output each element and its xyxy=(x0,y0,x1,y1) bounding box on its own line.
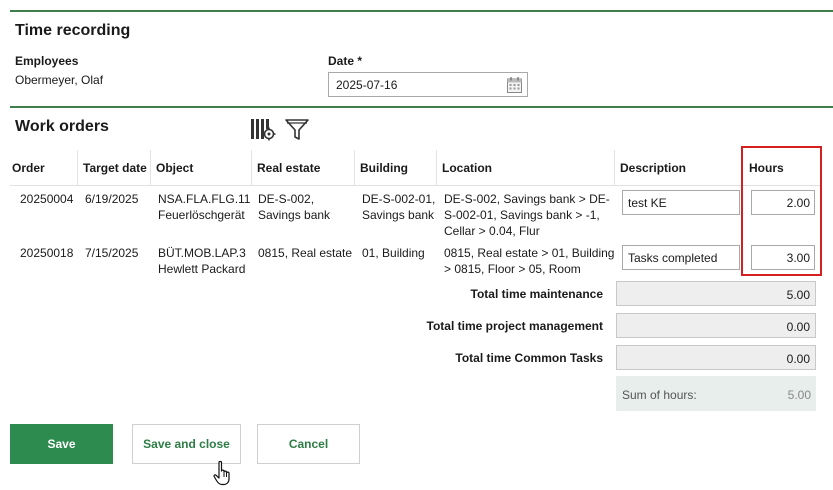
sum-of-hours: Sum of hours: 5.00 xyxy=(616,376,816,411)
save-button[interactable]: Save xyxy=(10,424,113,464)
real-estate: 0815, Real estate xyxy=(258,246,353,260)
calendar-icon[interactable] xyxy=(506,76,523,94)
location: Cellar > 0.04, Flur xyxy=(444,224,540,238)
order-number: 20250018 xyxy=(20,246,74,260)
location: DE-S-002, Savings bank > DE- xyxy=(444,192,610,206)
target-date: 6/19/2025 xyxy=(85,192,139,206)
location: S-002-01, Savings bank > -1, xyxy=(444,208,600,222)
location: > 0815, Floor > 05, Room xyxy=(444,262,581,276)
real-estate: Savings bank xyxy=(258,208,331,222)
top-divider xyxy=(10,10,833,12)
col-separator xyxy=(614,150,615,186)
col-object: Object xyxy=(156,161,194,175)
col-building: Building xyxy=(360,161,408,175)
description-input[interactable]: test KE xyxy=(622,190,740,215)
description-input[interactable]: Tasks completed xyxy=(622,245,740,270)
col-order: Order xyxy=(12,161,45,175)
sum-label: Sum of hours: xyxy=(622,388,697,402)
total-common-value: 0.00 xyxy=(616,345,816,370)
object-name: Hewlett Packard xyxy=(158,262,246,276)
employee-name: Obermeyer, Olaf xyxy=(15,73,104,87)
date-value: 2025-07-16 xyxy=(336,78,398,92)
building: 01, Building xyxy=(362,246,425,260)
col-description: Description xyxy=(620,161,687,175)
col-separator xyxy=(77,150,78,186)
total-maintenance-value: 5.00 xyxy=(616,281,816,306)
real-estate: DE-S-002, xyxy=(258,192,315,206)
building: DE-S-002-01, xyxy=(362,192,436,206)
object-code: NSA.FLA.FLG.11 xyxy=(158,192,251,206)
building: Savings bank xyxy=(362,208,435,222)
date-field[interactable]: 2025-07-16 xyxy=(328,72,528,97)
col-separator xyxy=(354,150,355,186)
object-name: Feuerlöschgerät xyxy=(158,208,245,222)
cancel-button[interactable]: Cancel xyxy=(257,424,360,464)
total-maintenance-label: Total time maintenance xyxy=(470,287,603,301)
section-divider xyxy=(10,106,833,108)
total-project-label: Total time project management xyxy=(426,319,603,333)
col-separator xyxy=(436,150,437,186)
col-separator xyxy=(150,150,151,186)
location: 0815, Real estate > 01, Building xyxy=(444,246,615,260)
total-common-label: Total time Common Tasks xyxy=(455,351,603,365)
column-settings-icon[interactable] xyxy=(250,117,276,141)
header-underline xyxy=(10,185,820,186)
funnel-filter-icon[interactable] xyxy=(284,118,310,142)
save-and-close-button[interactable]: Save and close xyxy=(132,424,241,464)
work-orders-title: Work orders xyxy=(15,118,109,135)
object-code: BÜT.MOB.LAP.3 xyxy=(158,246,246,260)
employees-label: Employees xyxy=(15,54,79,68)
page-title: Time recording xyxy=(15,22,131,39)
hand-pointer-cursor xyxy=(213,460,235,486)
col-target-date: Target date xyxy=(83,161,147,175)
date-label: Date * xyxy=(328,54,363,68)
sum-value: 5.00 xyxy=(787,388,811,402)
hours-highlight-box xyxy=(741,146,822,276)
col-separator xyxy=(251,150,252,186)
target-date: 7/15/2025 xyxy=(85,246,139,260)
col-location: Location xyxy=(442,161,492,175)
col-real-estate: Real estate xyxy=(257,161,321,175)
order-number: 20250004 xyxy=(20,192,74,206)
total-project-value: 0.00 xyxy=(616,313,816,338)
